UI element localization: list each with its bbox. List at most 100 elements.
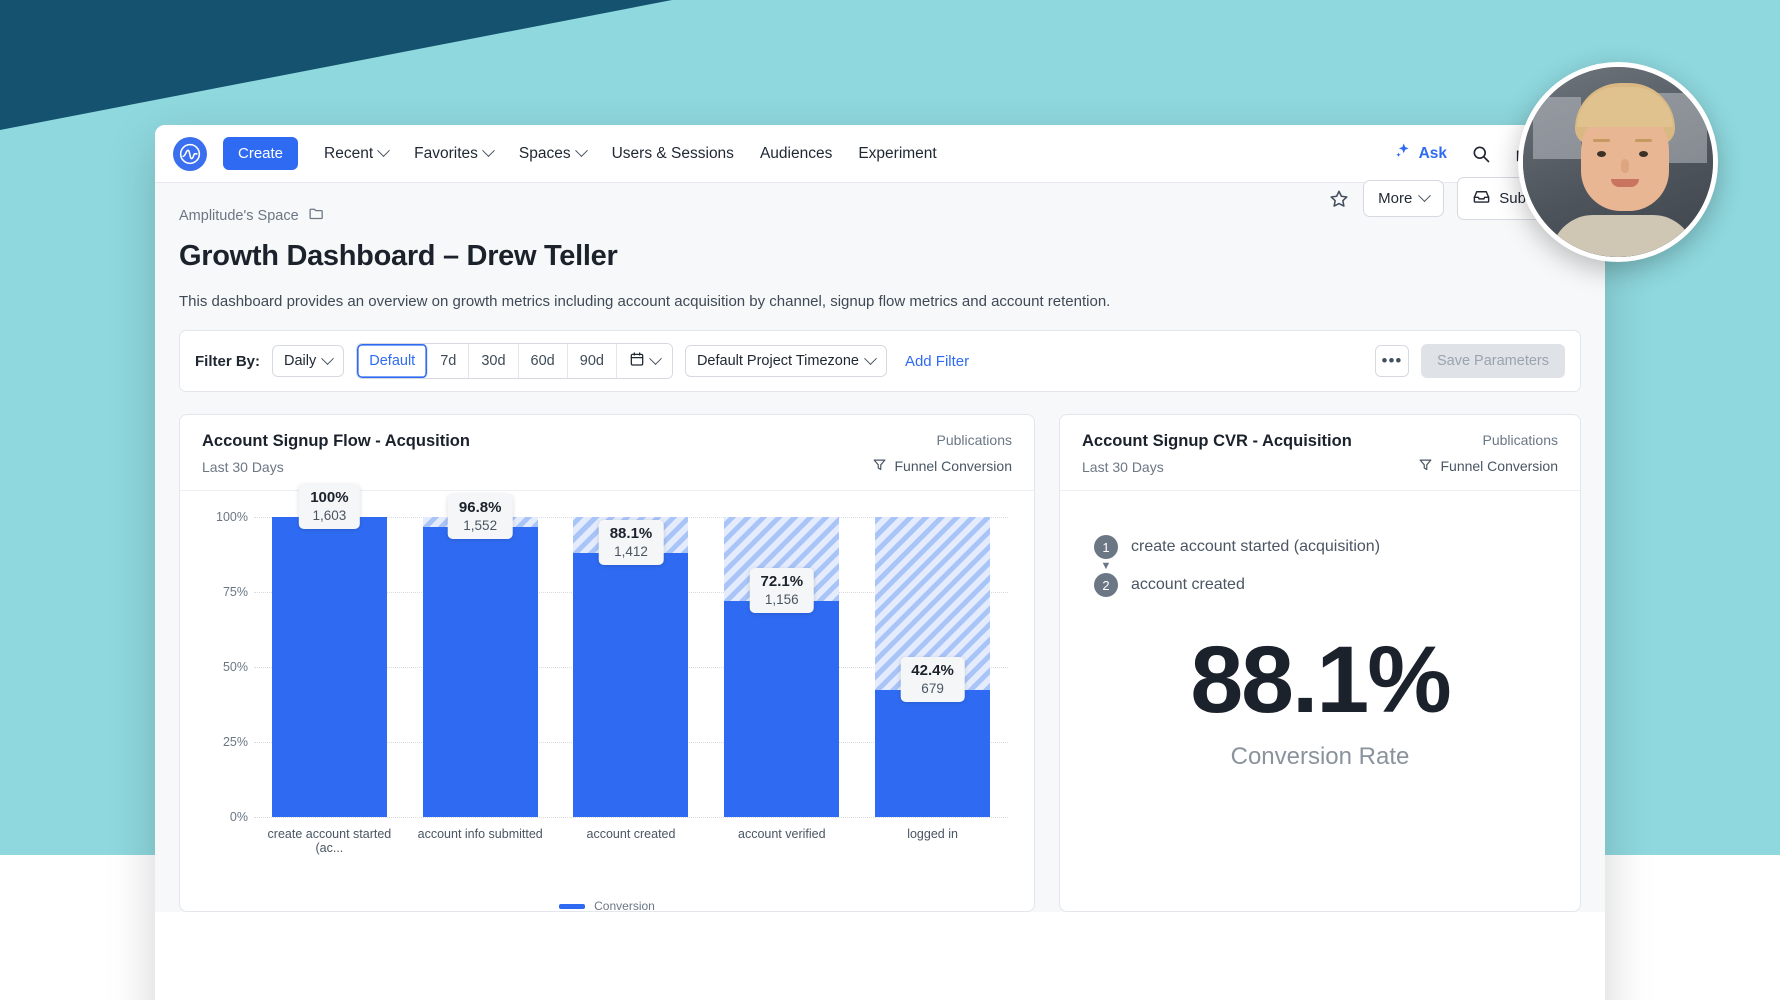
amplitude-logo-icon[interactable] xyxy=(173,137,207,171)
bar-percent: 88.1% xyxy=(610,525,653,542)
ask-button[interactable]: Ask xyxy=(1394,142,1447,165)
card-header: Account Signup CVR - Acquisition Last 30… xyxy=(1060,415,1580,491)
step-number: 1 xyxy=(1094,535,1118,559)
timezone-select[interactable]: Default Project Timezone xyxy=(685,345,887,377)
card-title: Account Signup Flow - Acqusition xyxy=(202,432,872,451)
nav-item-spaces[interactable]: Spaces xyxy=(519,145,586,163)
y-axis-tick-label: 100% xyxy=(206,510,248,524)
legend-swatch xyxy=(559,904,585,909)
nav-item-favorites[interactable]: Favorites xyxy=(414,145,493,163)
bar-count: 679 xyxy=(911,681,954,696)
dashboard-grid: Account Signup Flow - Acqusition Last 30… xyxy=(155,392,1605,912)
bar-percent: 96.8% xyxy=(459,499,502,516)
funnel-step: 1 create account started (acquisition) xyxy=(1094,535,1546,559)
bar-value-label: 100% 1,603 xyxy=(299,484,359,529)
bar-column[interactable]: 42.4% 679 xyxy=(857,517,1008,817)
y-axis-tick-label: 75% xyxy=(206,585,248,599)
nav-item-audiences[interactable]: Audiences xyxy=(760,145,832,163)
funnel-bar[interactable] xyxy=(272,517,387,817)
bar-value-label: 42.4% 679 xyxy=(900,657,965,702)
step-label: create account started (acquisition) xyxy=(1131,538,1380,556)
x-axis-tick-label: create account started (ac... xyxy=(254,827,405,855)
range-default[interactable]: Default xyxy=(357,344,428,378)
bar-conversion-segment xyxy=(423,527,538,817)
nav-item-label: Spaces xyxy=(519,145,571,163)
x-axis-tick-label: logged in xyxy=(857,827,1008,855)
chart-legend: Conversion xyxy=(180,899,1034,912)
folder-icon xyxy=(308,205,325,226)
nav-item-users-sessions[interactable]: Users & Sessions xyxy=(612,145,734,163)
avatar xyxy=(1518,62,1718,262)
ellipsis-icon[interactable]: ••• xyxy=(1375,345,1409,377)
top-navigation-bar: Create Recent Favorites Spaces Users & S… xyxy=(155,125,1605,183)
chevron-down-icon xyxy=(1418,189,1431,202)
funnel-icon xyxy=(872,457,887,475)
bar-count: 1,603 xyxy=(310,508,348,523)
bar-conversion-segment xyxy=(272,517,387,817)
conversion-rate-value: 88.1% xyxy=(1094,631,1546,731)
step-label: account created xyxy=(1131,576,1245,594)
app-window: Create Recent Favorites Spaces Users & S… xyxy=(155,125,1605,1000)
chevron-down-icon xyxy=(649,352,662,365)
screenshot-root: Create Recent Favorites Spaces Users & S… xyxy=(0,0,1780,1000)
x-axis-tick-label: account info submitted xyxy=(405,827,556,855)
page-header: Amplitude's Space Growth Dashboard – Dre… xyxy=(155,183,1605,310)
sparkle-icon xyxy=(1394,142,1412,165)
card-account-signup-flow: Account Signup Flow - Acqusition Last 30… xyxy=(179,414,1035,912)
y-axis-tick-label: 50% xyxy=(206,660,248,674)
search-icon[interactable] xyxy=(1471,144,1491,164)
filter-by-label: Filter By: xyxy=(195,353,260,370)
more-label: More xyxy=(1378,190,1412,207)
save-parameters-button[interactable]: Save Parameters xyxy=(1421,344,1565,378)
bar-percent: 72.1% xyxy=(761,573,804,590)
bar-conversion-segment xyxy=(724,601,839,817)
filter-bar-wrapper: Filter By: Daily Default 7d 30d 60d 90d xyxy=(155,310,1605,392)
nav-item-recent[interactable]: Recent xyxy=(324,145,388,163)
bar-count: 1,552 xyxy=(459,518,502,533)
bar-column[interactable]: 88.1%1,412 xyxy=(556,517,707,817)
bar-column[interactable]: 96.8%1,552 xyxy=(405,517,556,817)
bar-conversion-segment xyxy=(875,690,990,817)
chevron-down-icon xyxy=(377,144,390,157)
card-type: Funnel Conversion xyxy=(872,457,1012,475)
y-axis-tick-label: 25% xyxy=(206,735,248,749)
more-button[interactable]: More xyxy=(1363,180,1444,217)
card-subtitle: Last 30 Days xyxy=(202,459,872,475)
step-number: 2 xyxy=(1094,573,1118,597)
funnel-bar[interactable] xyxy=(423,517,538,817)
chevron-down-icon xyxy=(321,352,334,365)
star-icon[interactable] xyxy=(1328,188,1350,210)
funnel-bar[interactable] xyxy=(724,517,839,817)
funnel-icon xyxy=(1418,457,1433,475)
bar-percent: 100% xyxy=(310,489,348,506)
date-range-segmented-control: Default 7d 30d 60d 90d xyxy=(356,343,673,379)
chart-bars: 100%1,60396.8%1,55288.1%1,412 72.1%1,156 4… xyxy=(254,517,1008,817)
bar-column[interactable]: 72.1%1,156 xyxy=(706,517,857,817)
bar-column[interactable]: 100%1,603 xyxy=(254,517,405,817)
page-title: Growth Dashboard – Drew Teller xyxy=(179,240,1581,273)
inbox-icon xyxy=(1472,187,1491,210)
range-90d[interactable]: 90d xyxy=(568,344,617,378)
timezone-value: Default Project Timezone xyxy=(697,353,859,369)
filter-bar: Filter By: Daily Default 7d 30d 60d 90d xyxy=(179,330,1581,392)
card-type-label: Funnel Conversion xyxy=(1440,458,1558,474)
interval-select[interactable]: Daily xyxy=(272,345,344,377)
nav-item-label: Favorites xyxy=(414,145,478,163)
calendar-picker[interactable] xyxy=(617,344,672,378)
x-axis-tick-label: account created xyxy=(556,827,707,855)
chevron-down-icon xyxy=(482,144,495,157)
add-filter-link[interactable]: Add Filter xyxy=(905,353,969,370)
create-button[interactable]: Create xyxy=(223,137,298,170)
bar-value-label: 72.1%1,156 xyxy=(750,568,815,613)
chevron-down-icon xyxy=(864,352,877,365)
y-axis-tick-label: 0% xyxy=(206,810,248,824)
breadcrumb-label: Amplitude's Space xyxy=(179,208,299,224)
range-7d[interactable]: 7d xyxy=(428,344,469,378)
range-30d[interactable]: 30d xyxy=(469,344,518,378)
bar-percent: 42.4% xyxy=(911,662,954,679)
range-60d[interactable]: 60d xyxy=(519,344,568,378)
nav-item-experiment[interactable]: Experiment xyxy=(858,145,936,163)
funnel-bar-chart: 0%25%50%75%100%100%1,60396.8%1,55288.1%1… xyxy=(180,491,1034,861)
card-type: Funnel Conversion xyxy=(1418,457,1558,475)
card-meta: Publications xyxy=(1418,432,1558,448)
